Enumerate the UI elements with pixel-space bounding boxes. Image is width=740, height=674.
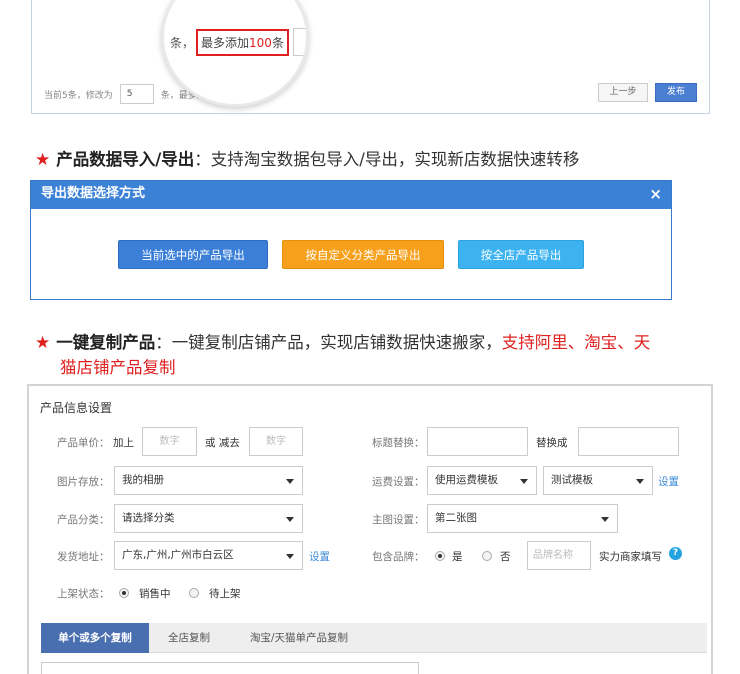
export-dialog: 导出数据选择方式 × 当前选中的产品导出 按自定义分类产品导出 按全店产品导出	[30, 180, 672, 300]
star-icon: ★	[35, 333, 51, 353]
chevron-down-icon	[286, 517, 294, 522]
image-store-select[interactable]: 我的相册	[114, 466, 303, 495]
publish-button[interactable]: 发布	[655, 83, 697, 102]
export-dialog-header: 导出数据选择方式 ×	[31, 181, 671, 209]
brand-note-text: 实力商家填写	[599, 551, 662, 563]
price-minus-input[interactable]: 数字	[249, 427, 303, 456]
export-selected-button[interactable]: 当前选中的产品导出	[118, 240, 268, 269]
max-limit-highlight: 最多添加100条	[196, 28, 289, 56]
price-or-text: 或 减去	[205, 437, 240, 449]
product-info-panel: 产品信息设置 产品单价： 加上 数字 或 减去 数字 标题替换： 替换成 图片存…	[27, 384, 713, 674]
replace-with-input[interactable]	[578, 427, 679, 456]
brand-yes-label: 是	[452, 551, 463, 563]
chevron-down-icon	[286, 554, 294, 559]
star-icon: ★	[35, 150, 51, 170]
main-image-label: 主图设置：	[372, 514, 425, 526]
status-pending-label: 待上架	[209, 588, 241, 600]
copy-settings-panel: 当前5条，修改为 5 条，最多添 上一步 发布	[31, 0, 710, 114]
panel-title: 产品信息设置	[40, 401, 113, 415]
help-icon[interactable]: ?	[669, 547, 682, 560]
brand-name-input[interactable]: 品牌名称	[527, 541, 591, 570]
export-by-category-button[interactable]: 按自定义分类产品导出	[282, 240, 444, 269]
chevron-down-icon	[636, 479, 644, 484]
copy-title-red-2: 猫店铺产品复制	[60, 358, 176, 377]
chevron-down-icon	[601, 517, 609, 522]
modify-count-row: 当前5条，修改为 5 条，最多添	[44, 84, 206, 104]
max-limit-suffix: 条	[271, 35, 284, 50]
copy-mode-tabs: 单个或多个复制 全店复制 淘宝/天猫单产品复制	[41, 623, 707, 653]
max-limit-prefix: 最多添加	[201, 35, 250, 50]
main-image-select[interactable]: 第二张图	[427, 504, 618, 533]
title-replace-label: 标题替换：	[372, 437, 425, 449]
prev-step-button[interactable]: 上一步	[598, 83, 648, 102]
ship-address-label: 发货地址：	[57, 551, 110, 563]
export-title-rest: ：支持淘宝数据包导入/导出，实现新店数据快速转移	[194, 150, 580, 169]
price-label: 产品单价：	[57, 437, 110, 449]
count-prefix-text: 当前5条，修改为	[44, 90, 113, 101]
category-select[interactable]: 请选择分类	[114, 504, 303, 533]
export-section-title: ★ 产品数据导入/导出：支持淘宝数据包导入/导出，实现新店数据快速转移	[35, 146, 579, 170]
category-value: 请选择分类	[122, 512, 175, 524]
product-url-input[interactable]	[41, 662, 419, 674]
shipping-label: 运费设置：	[372, 476, 425, 488]
export-title-bold: 产品数据导入/导出	[56, 150, 195, 169]
shipping-method-select[interactable]: 使用运费模板	[427, 466, 537, 495]
ship-address-value: 广东,广州,广州市白云区	[122, 549, 234, 561]
shipping-template-value: 测试模板	[551, 474, 593, 486]
copy-section-title: ★ 一键复制产品：一键复制店铺产品，实现店铺数据快速搬家，支持阿里、淘宝、天	[35, 329, 650, 353]
export-all-button[interactable]: 按全店产品导出	[458, 240, 584, 269]
copy-section-title-line2: 猫店铺产品复制	[60, 354, 176, 378]
magnified-prefix: 条，	[170, 35, 195, 50]
price-add-text: 加上	[113, 437, 134, 449]
shipping-settings-link[interactable]: 设置	[658, 474, 679, 489]
image-store-value: 我的相册	[122, 474, 164, 486]
shipping-template-select[interactable]: 测试模板	[543, 466, 653, 495]
magnified-row: 条， 最多添加100条 确	[164, 28, 306, 56]
status-on-sale-radio[interactable]	[119, 588, 129, 598]
status-pending-radio[interactable]	[189, 588, 199, 598]
copy-title-bold: 一键复制产品	[56, 333, 156, 352]
brand-no-label: 否	[500, 551, 511, 563]
copy-title-red: 支持阿里、淘宝、天	[501, 333, 651, 352]
ship-address-select[interactable]: 广东,广州,广州市白云区	[114, 541, 303, 570]
ship-address-settings-link[interactable]: 设置	[309, 549, 330, 564]
copy-title-rest: ：一键复制店铺产品，实现店铺数据快速搬家，	[155, 333, 502, 352]
tab-single-multiple[interactable]: 单个或多个复制	[41, 623, 149, 653]
max-limit-number: 100	[249, 35, 272, 50]
magnified-confirm-button: 确	[292, 28, 306, 56]
title-replace-input[interactable]	[427, 427, 528, 456]
status-on-sale-label: 销售中	[139, 588, 171, 600]
main-image-value: 第二张图	[435, 512, 477, 524]
count-input[interactable]: 5	[119, 84, 154, 104]
shipping-method-value: 使用运费模板	[435, 474, 498, 486]
tab-taobao-tmall-single[interactable]: 淘宝/天猫单产品复制	[237, 623, 361, 653]
chevron-down-icon	[520, 479, 528, 484]
replace-with-label: 替换成	[536, 437, 568, 449]
brand-yes-radio[interactable]	[435, 551, 445, 561]
close-icon[interactable]: ×	[649, 181, 662, 207]
tab-whole-store[interactable]: 全店复制	[153, 623, 225, 653]
status-label: 上架状态：	[57, 588, 110, 600]
export-dialog-title: 导出数据选择方式	[41, 186, 146, 201]
brand-label: 包含品牌：	[372, 551, 425, 563]
price-add-input[interactable]: 数字	[142, 427, 197, 456]
brand-no-radio[interactable]	[482, 551, 492, 561]
category-label: 产品分类：	[57, 514, 110, 526]
image-store-label: 图片存放：	[57, 476, 110, 488]
chevron-down-icon	[286, 479, 294, 484]
